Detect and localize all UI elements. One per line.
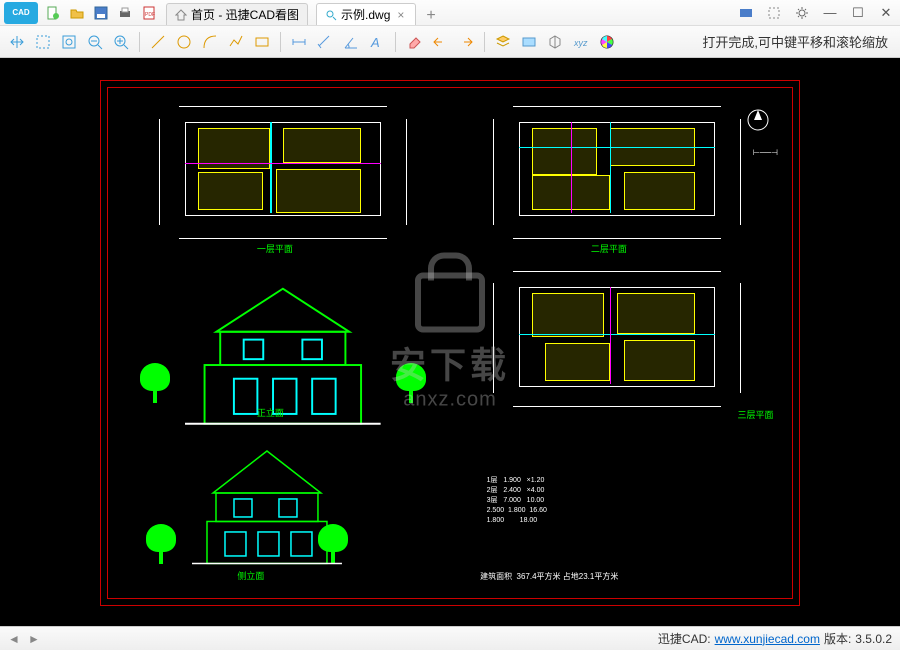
drawing-grid: 一层平面 二层平面 bbox=[120, 100, 780, 586]
zoom-window-icon[interactable] bbox=[58, 31, 80, 53]
statusbar: ◄ ► 迅捷CAD: www.xunjiecad.com 版本: 3.5.0.2 bbox=[0, 626, 900, 650]
tab-home[interactable]: 首页 - 迅捷CAD看图 bbox=[166, 3, 308, 25]
open-icon[interactable] bbox=[68, 4, 86, 22]
save-icon[interactable] bbox=[92, 4, 110, 22]
rect-icon[interactable] bbox=[251, 31, 273, 53]
status-link[interactable]: www.xunjiecad.com bbox=[715, 632, 820, 646]
tab-home-label: 首页 - 迅捷CAD看图 bbox=[191, 6, 299, 23]
statusbar-left: ◄ ► bbox=[6, 631, 42, 647]
new-icon[interactable] bbox=[44, 4, 62, 22]
arc-icon[interactable] bbox=[199, 31, 221, 53]
status-version-label: 版本: bbox=[824, 630, 851, 647]
pan-icon[interactable] bbox=[6, 31, 28, 53]
status-version: 3.5.0.2 bbox=[855, 632, 892, 646]
plan-2: 二层平面 bbox=[454, 100, 780, 257]
drawing-inner-border: ⊢──⊣ 一层平面 bbox=[107, 87, 793, 599]
drawing-border: ⊢──⊣ 一层平面 bbox=[100, 80, 800, 606]
line-icon[interactable] bbox=[147, 31, 169, 53]
home-icon bbox=[175, 9, 187, 21]
separator bbox=[395, 32, 396, 52]
dim-aligned-icon[interactable] bbox=[314, 31, 336, 53]
lang-icon[interactable] bbox=[764, 4, 784, 22]
area-table: 1层 1.900 ×1.20 2层 2.400 ×4.00 3层 7.000 1… bbox=[487, 476, 715, 526]
hint-text: 打开完成,可中键平移和滚轮缩放 bbox=[702, 32, 894, 51]
next-tab-icon[interactable]: ► bbox=[26, 631, 42, 647]
quick-access: PDF bbox=[44, 4, 158, 22]
block-icon[interactable] bbox=[518, 31, 540, 53]
hatch-icon[interactable] bbox=[544, 31, 566, 53]
window-controls: — ☐ ✕ bbox=[736, 4, 896, 22]
print-icon[interactable] bbox=[116, 4, 134, 22]
status-brand: 迅捷CAD: bbox=[658, 630, 711, 647]
svg-text:xyz: xyz bbox=[573, 38, 588, 48]
color-icon[interactable] bbox=[596, 31, 618, 53]
elevation-1: 正立面 bbox=[120, 265, 446, 422]
svg-text:A: A bbox=[370, 35, 380, 50]
text-icon[interactable]: A bbox=[366, 31, 388, 53]
canvas[interactable]: ⊢──⊣ 一层平面 bbox=[0, 58, 900, 626]
tab-file-label: 示例.dwg bbox=[341, 6, 390, 23]
settings-icon[interactable] bbox=[792, 4, 812, 22]
toolbar: A xyz 打开完成,可中键平移和滚轮缩放 bbox=[0, 26, 900, 58]
maximize-button[interactable]: ☐ bbox=[848, 4, 868, 22]
data-block: 1层 1.900 ×1.20 2层 2.400 ×4.00 3层 7.000 1… bbox=[454, 429, 780, 586]
titlebar: CAD PDF 首页 - 迅捷CAD看图 示例.dwg × + — ☐ ✕ bbox=[0, 0, 900, 26]
polyline-icon[interactable] bbox=[225, 31, 247, 53]
redo-icon[interactable] bbox=[455, 31, 477, 53]
zoom-in-icon[interactable] bbox=[110, 31, 132, 53]
plan-3: 三层平面 bbox=[454, 265, 780, 422]
tab-file[interactable]: 示例.dwg × bbox=[316, 3, 416, 25]
app-logo: CAD bbox=[4, 2, 38, 24]
dim-angular-icon[interactable] bbox=[340, 31, 362, 53]
separator bbox=[484, 32, 485, 52]
zoom-out-icon[interactable] bbox=[84, 31, 106, 53]
tab-close-icon[interactable]: × bbox=[394, 8, 407, 22]
elevation-2: 侧立面 bbox=[120, 429, 446, 586]
close-button[interactable]: ✕ bbox=[876, 4, 896, 22]
layer-icon[interactable] bbox=[492, 31, 514, 53]
plan-1: 一层平面 bbox=[120, 100, 446, 257]
zoom-extents-icon[interactable] bbox=[32, 31, 54, 53]
pdf-icon[interactable]: PDF bbox=[140, 4, 158, 22]
tab-add-button[interactable]: + bbox=[416, 7, 445, 25]
tab-area: 首页 - 迅捷CAD看图 示例.dwg × + bbox=[158, 0, 736, 25]
dim-linear-icon[interactable] bbox=[288, 31, 310, 53]
circle-icon[interactable] bbox=[173, 31, 195, 53]
search-icon bbox=[325, 9, 337, 21]
pin-icon[interactable] bbox=[736, 4, 756, 22]
svg-text:PDF: PDF bbox=[145, 12, 155, 18]
minimize-button[interactable]: — bbox=[820, 4, 840, 22]
prev-tab-icon[interactable]: ◄ bbox=[6, 631, 22, 647]
3d-icon[interactable]: xyz bbox=[570, 31, 592, 53]
separator bbox=[280, 32, 281, 52]
undo-icon[interactable] bbox=[429, 31, 451, 53]
erase-icon[interactable] bbox=[403, 31, 425, 53]
separator bbox=[139, 32, 140, 52]
